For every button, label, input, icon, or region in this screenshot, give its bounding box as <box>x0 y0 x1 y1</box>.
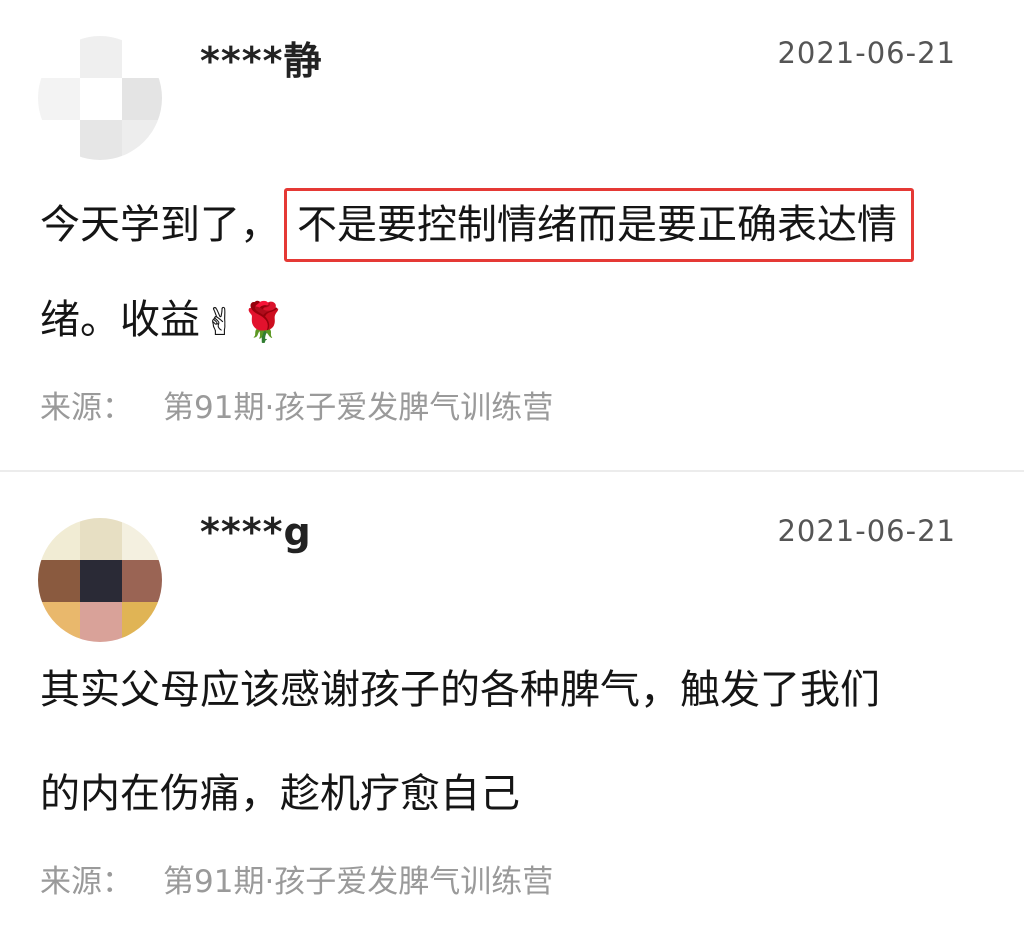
comment-item: ****静 2021-06-21 今天学到了， 不是要控制情绪而是要正确表达情 绪… <box>0 0 1024 470</box>
avatar-tile <box>80 560 122 602</box>
avatar[interactable] <box>38 518 162 642</box>
comment-item: ****g 2021-06-21 其实父母应该感谢孩子的各种脾气，触发了我们 的… <box>0 472 1024 946</box>
avatar-tile <box>80 518 122 560</box>
comment-text: 绪。收益 <box>40 297 200 343</box>
comment-text: 今天学到了， <box>40 202 280 248</box>
avatar[interactable] <box>38 36 162 160</box>
avatar-tile <box>122 518 162 560</box>
comment-text-line-1: 今天学到了， 不是要控制情绪而是要正确表达情 <box>40 188 914 262</box>
source-label: 来源： <box>40 864 133 900</box>
avatar-tile <box>122 560 162 602</box>
avatar-tile <box>38 78 80 120</box>
source-link[interactable]: 第91期·孩子爱发脾气训练营 <box>163 390 553 426</box>
avatar-tile <box>122 120 162 160</box>
source-label: 来源： <box>40 390 133 426</box>
username[interactable]: ****g <box>200 510 312 554</box>
comment-source: 来源： 第91期·孩子爱发脾气训练营 <box>40 856 553 901</box>
avatar-tile <box>122 78 162 120</box>
avatar-tile <box>38 560 80 602</box>
avatar-tile <box>38 518 80 560</box>
source-link[interactable]: 第91期·孩子爱发脾气训练营 <box>163 864 553 900</box>
comment-text-line-1: 其实父母应该感谢孩子的各种脾气，触发了我们 <box>40 667 880 713</box>
avatar-tile <box>80 120 122 160</box>
avatar-tile <box>122 36 162 78</box>
avatar-tile <box>38 36 80 78</box>
avatar-tile <box>80 36 122 78</box>
comment-text-line-2: 绪。收益 ✌ 🌹 <box>40 296 287 346</box>
comment-date: 2021-06-21 <box>777 514 956 548</box>
avatar-tile <box>38 602 80 642</box>
comment-text-line-2: 的内在伤痛，趁机疗愈自己 <box>40 771 520 817</box>
victory-hand-emoji-icon: ✌ <box>204 300 236 344</box>
comment-date: 2021-06-21 <box>777 36 956 70</box>
avatar-tile <box>38 120 80 160</box>
username[interactable]: ****静 <box>200 30 323 85</box>
avatar-tile <box>80 602 122 642</box>
avatar-tile <box>122 602 162 642</box>
avatar-tile <box>80 78 122 120</box>
highlighted-text: 不是要控制情绪而是要正确表达情 <box>284 188 914 262</box>
comment-source: 来源： 第91期·孩子爱发脾气训练营 <box>40 382 553 427</box>
rose-emoji-icon: 🌹 <box>239 300 288 344</box>
